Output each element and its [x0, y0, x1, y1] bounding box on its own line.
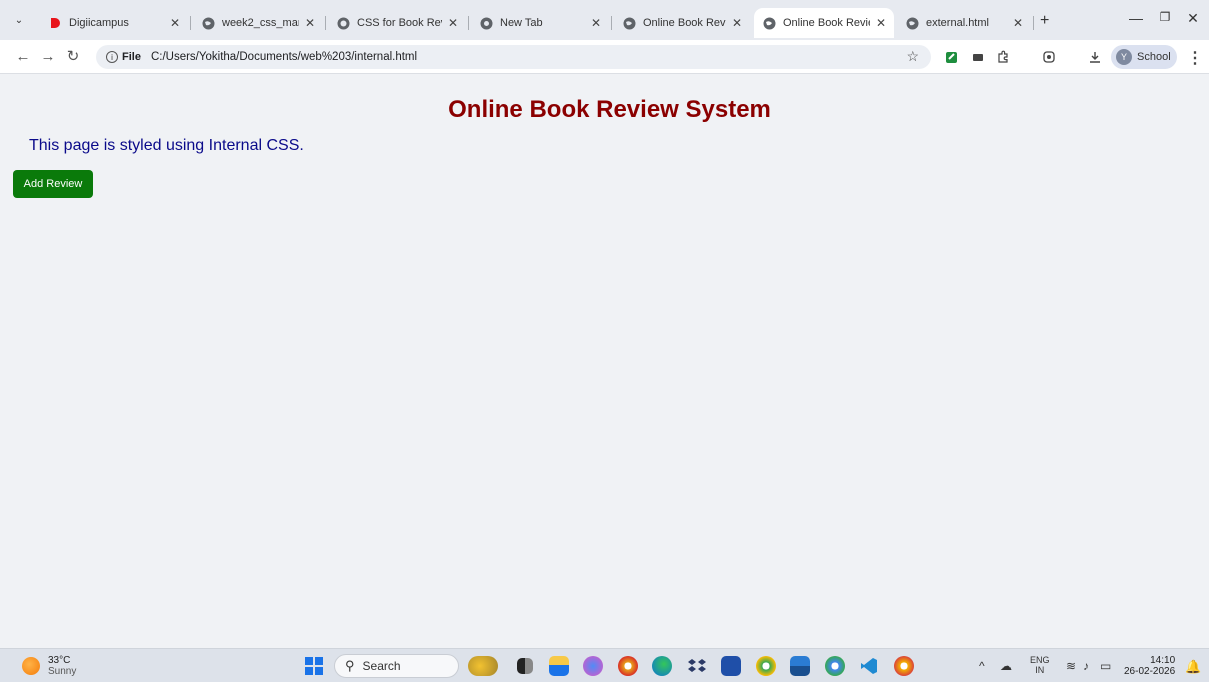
globe-icon: [336, 16, 350, 30]
close-icon[interactable]: ✕: [732, 16, 742, 30]
word-icon[interactable]: [790, 656, 810, 676]
tab-search-dropdown-icon[interactable]: ⌄: [8, 9, 30, 31]
cloud-sync-icon[interactable]: ☁: [1000, 659, 1012, 673]
search-icon: ⚲: [345, 658, 355, 673]
restore-icon[interactable]: ❐: [1155, 10, 1175, 24]
add-review-button[interactable]: Add Review: [13, 170, 93, 198]
avatar: Y: [1116, 49, 1132, 65]
tab-separator: [325, 16, 326, 30]
extensions-puzzle-icon[interactable]: [995, 49, 1011, 65]
close-icon[interactable]: ✕: [170, 16, 180, 30]
clock-date: 26-02-2026: [1124, 666, 1176, 677]
notification-bell-icon[interactable]: 🔔: [1185, 659, 1201, 675]
chrome-profile-icon[interactable]: [756, 656, 776, 676]
tab-week2-css-manual[interactable]: week2_css_manual.p ✕: [193, 8, 323, 38]
tab-strip: ⌄ Digiicampus ✕ week2_css_manual.p ✕ CSS…: [0, 0, 1209, 40]
tab-title: week2_css_manual.p: [222, 17, 299, 29]
tab-new-tab[interactable]: New Tab ✕: [471, 8, 609, 38]
taskbar-search[interactable]: ⚲ Search: [334, 654, 459, 678]
windows-taskbar: 33°C Sunny ⚲ Search ^ ☁ ENG IN ≋ ♪ ▭ 14:…: [0, 648, 1209, 682]
copilot-icon[interactable]: [583, 656, 603, 676]
dropbox-icon[interactable]: [687, 656, 707, 676]
weather-widget[interactable]: 33°C Sunny: [22, 655, 76, 677]
tab-separator: [1033, 16, 1034, 30]
close-icon[interactable]: ✕: [305, 16, 315, 30]
tab-external-html[interactable]: external.html ✕: [897, 8, 1031, 38]
wifi-icon[interactable]: ≋: [1066, 659, 1076, 673]
forward-arrow-icon[interactable]: →: [39, 48, 57, 66]
close-icon[interactable]: ✕: [876, 16, 886, 30]
file-explorer-icon[interactable]: [549, 656, 569, 676]
widgets-app-icon[interactable]: [468, 656, 498, 676]
info-icon[interactable]: i: [106, 51, 118, 63]
globe-icon: [201, 16, 215, 30]
profile-chip[interactable]: Y School: [1111, 45, 1177, 69]
language-indicator[interactable]: ENG IN: [1030, 655, 1050, 675]
close-icon[interactable]: ✕: [1013, 16, 1023, 30]
sun-icon: [22, 657, 40, 675]
extension-green-icon[interactable]: [944, 49, 960, 65]
tab-online-book-review[interactable]: Online Book Review ✕: [614, 8, 750, 38]
tab-separator: [468, 16, 469, 30]
extension-dark-icon[interactable]: [970, 49, 986, 65]
download-icon[interactable]: [1087, 49, 1103, 65]
close-icon[interactable]: ✕: [591, 16, 601, 30]
tab-title: Online Book Review: [783, 17, 870, 29]
system-clock[interactable]: 14:10 26-02-2026: [1124, 655, 1175, 677]
language-line2: IN: [1035, 665, 1045, 675]
tab-title: CSS for Book Review: [357, 17, 442, 29]
tab-title: Digiicampus: [69, 17, 129, 29]
window-close-icon[interactable]: ✕: [1183, 10, 1203, 27]
chevron-up-icon[interactable]: ^: [979, 659, 985, 673]
scheme-label: File: [122, 51, 141, 63]
tab-title: external.html: [926, 17, 989, 29]
tab-separator: [190, 16, 191, 30]
windows-start-icon[interactable]: [305, 657, 323, 675]
task-view-icon[interactable]: [517, 658, 533, 674]
tab-title: New Tab: [500, 17, 543, 29]
chrome-alt-icon[interactable]: [894, 656, 914, 676]
vscode-icon[interactable]: [859, 656, 879, 676]
more-menu-icon[interactable]: ⋮: [1187, 48, 1203, 68]
weather-condition: Sunny: [48, 666, 77, 677]
profile-label: School: [1137, 51, 1171, 63]
url-text[interactable]: C:/Users/Yokitha/Documents/web%203/inter…: [151, 51, 417, 63]
clock-time: 14:10: [1150, 655, 1176, 666]
page-description: This page is styled using Internal CSS.: [29, 137, 304, 154]
tab-digiicampus[interactable]: Digiicampus ✕: [40, 8, 188, 38]
close-icon[interactable]: ✕: [448, 16, 458, 30]
digiicampus-icon: [48, 16, 62, 30]
reload-icon[interactable]: ↻: [64, 48, 82, 66]
minimize-icon[interactable]: —: [1126, 10, 1146, 26]
chrome-icon: [479, 16, 493, 30]
volume-icon[interactable]: ♪: [1083, 659, 1089, 673]
address-bar[interactable]: i File C:/Users/Yokitha/Documents/web%20…: [96, 45, 931, 69]
tab-online-book-review-active[interactable]: Online Book Review ✕: [754, 8, 894, 38]
page-viewport: Online Book Review System This page is s…: [0, 75, 1209, 648]
bookmark-star-icon[interactable]: ☆: [906, 48, 919, 65]
language-line1: ENG: [1030, 655, 1050, 665]
globe-icon: [905, 16, 919, 30]
search-placeholder: Search: [362, 659, 401, 673]
chrome-school-icon[interactable]: [825, 656, 845, 676]
tab-separator: [611, 16, 612, 30]
browser-toolbar: ← → ↻ i File C:/Users/Yokitha/Documents/…: [0, 40, 1209, 74]
globe-icon: [762, 16, 776, 30]
back-arrow-icon[interactable]: ←: [14, 48, 32, 66]
store-icon[interactable]: [721, 656, 741, 676]
google-lens-icon[interactable]: [1041, 49, 1057, 65]
page-title: Online Book Review System: [448, 96, 771, 123]
edge-icon[interactable]: [652, 656, 672, 676]
chrome-icon[interactable]: [618, 656, 638, 676]
weather-temp: 33°C: [48, 655, 71, 666]
new-tab-plus-icon[interactable]: +: [1040, 12, 1049, 30]
battery-icon[interactable]: ▭: [1100, 659, 1111, 673]
tab-css-for-book-review[interactable]: CSS for Book Review ✕: [328, 8, 466, 38]
globe-icon: [622, 16, 636, 30]
tab-title: Online Book Review: [643, 17, 726, 29]
